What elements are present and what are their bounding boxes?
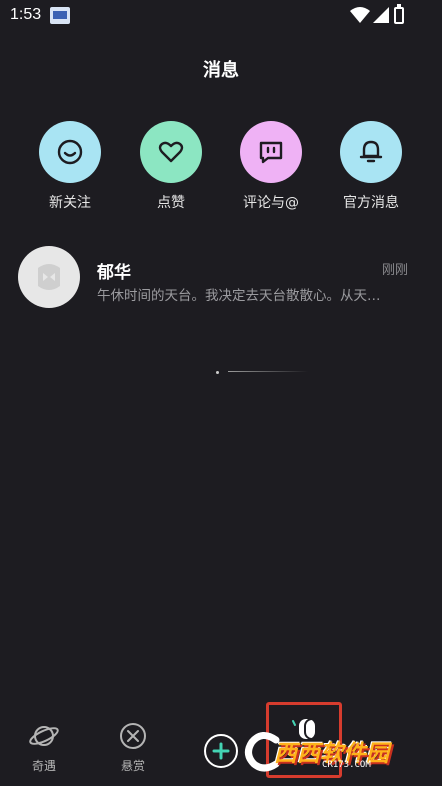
smile-icon <box>39 121 101 183</box>
list-end-divider <box>228 371 308 372</box>
status-time: 1:53 <box>10 6 42 23</box>
watermark-url: CR173.COM <box>322 760 371 770</box>
plus-icon <box>212 742 230 760</box>
add-button[interactable] <box>204 734 238 768</box>
category-official[interactable]: 官方消息 <box>321 121 421 212</box>
nav-label: 奇遇 <box>31 759 56 773</box>
message-categories: 新关注 点赞 评论与@ 官方消息 <box>0 121 442 221</box>
message-timestamp: 刚刚 <box>381 263 408 278</box>
bottom-nav: 奇遇 悬赏 西西软件园 CR173.COM <box>0 702 442 786</box>
category-comments[interactable]: 评论与@ <box>221 121 321 212</box>
category-label: 官方消息 <box>343 195 399 211</box>
bounty-icon <box>120 723 146 749</box>
avatar <box>18 246 80 308</box>
planet-icon <box>29 726 59 746</box>
category-label: 新关注 <box>49 195 91 211</box>
message-sender-name: 郁华 <box>97 263 131 283</box>
list-item[interactable]: 郁华 刚刚 午休时间的天台。我决定去天台散散心。从天… <box>18 246 424 310</box>
nav-label: 悬赏 <box>120 759 145 773</box>
status-bar: 1:53 <box>0 0 442 32</box>
category-label: 点赞 <box>157 195 185 211</box>
category-label: 评论与@ <box>243 195 299 211</box>
message-preview: 午休时间的天台。我决定去天台散散心。从天… <box>97 288 381 304</box>
wifi-icon <box>350 7 370 23</box>
nav-item-bounty[interactable]: 悬赏 <box>103 721 163 774</box>
list-end-dot <box>216 371 219 374</box>
placeholder-avatar-icon <box>38 264 60 290</box>
status-icons <box>350 4 410 26</box>
bell-icon <box>340 121 402 183</box>
app-notification-icon <box>50 7 70 24</box>
category-likes[interactable]: 点赞 <box>121 121 221 212</box>
battery-icon <box>394 4 404 24</box>
signal-icon <box>373 7 389 23</box>
heart-icon <box>140 121 202 183</box>
comment-icon <box>240 121 302 183</box>
nav-item-adventure[interactable]: 奇遇 <box>14 721 74 774</box>
page-title: 消息 <box>203 60 239 81</box>
category-new-followers[interactable]: 新关注 <box>20 121 120 212</box>
watermark-logo: 西西软件园 CR173.COM <box>242 730 420 774</box>
